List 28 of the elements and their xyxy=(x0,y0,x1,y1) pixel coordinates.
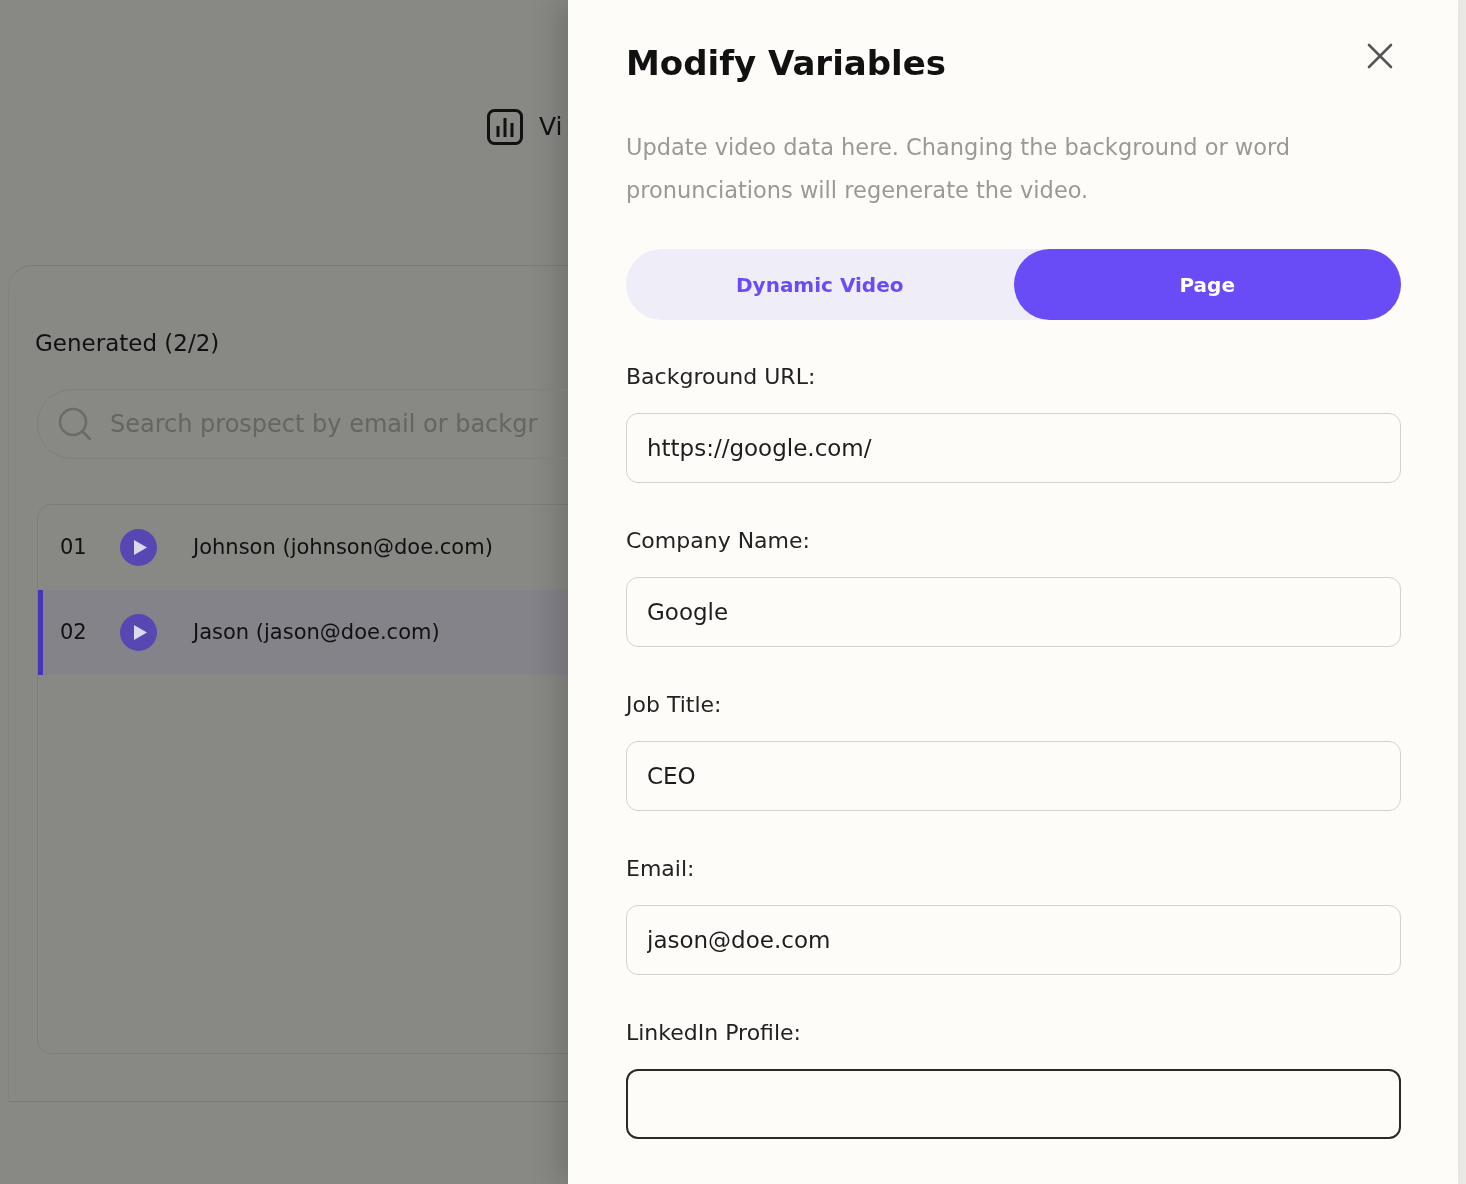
close-icon xyxy=(1367,43,1393,69)
tab[interactable]: Page xyxy=(1013,249,1401,320)
field-label: Background URL: xyxy=(626,364,817,390)
view-button[interactable]: Vi xyxy=(487,109,563,145)
drawer-description: Update video data here. Changing the background or word pronunciations will regenerate the video. xyxy=(626,133,1292,205)
text-field[interactable]: jason@doe.com xyxy=(626,905,1401,975)
bar-chart-icon xyxy=(487,109,523,145)
prospect-row[interactable]: 02 Jason (jason@doe.com) xyxy=(38,590,568,675)
row-number: 01 xyxy=(60,533,88,561)
field-label: Company Name: xyxy=(626,528,811,554)
text-field[interactable]: Google xyxy=(626,577,1401,647)
tab[interactable]: Dynamic Video xyxy=(626,249,1014,320)
field-label: Job Title: xyxy=(626,692,723,718)
row-number: 02 xyxy=(60,618,88,646)
search-icon xyxy=(57,406,93,442)
prospect-row[interactable]: 01 Johnson (johnson@doe.com) xyxy=(38,505,568,590)
drawer-title: Modify Variables xyxy=(626,42,947,85)
close-button[interactable] xyxy=(1367,43,1393,69)
section-title: Generated (2/2) xyxy=(35,329,221,358)
play-icon xyxy=(120,529,157,566)
prospect-label: Johnson (johnson@doe.com) xyxy=(193,533,493,561)
field-label: LinkedIn Profile: xyxy=(626,1020,802,1046)
field-label: Email: xyxy=(626,856,696,882)
text-field[interactable] xyxy=(626,1069,1401,1139)
prospect-label: Jason (jason@doe.com) xyxy=(193,618,440,646)
text-field[interactable]: https://google.com/ xyxy=(626,413,1401,483)
text-field[interactable]: CEO xyxy=(626,741,1401,811)
play-icon xyxy=(120,614,157,651)
